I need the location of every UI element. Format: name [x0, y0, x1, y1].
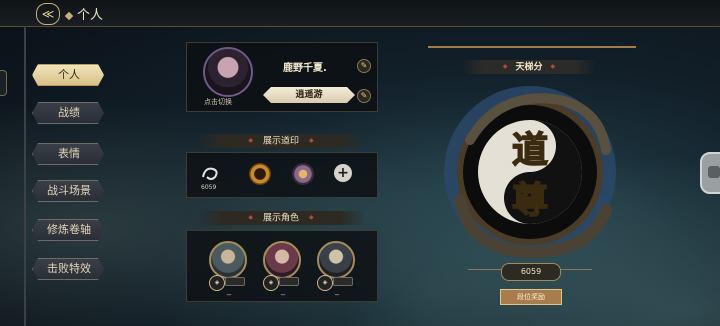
- profile-card: 点击切换 鹿野千夏. ✎ 逍遥游 ✎: [186, 42, 378, 112]
- ladder-score: 6059: [501, 263, 561, 281]
- role-badge-1: ◈: [209, 275, 225, 291]
- player-name: 鹿野千夏.: [283, 63, 327, 74]
- back-arrow-icon[interactable]: ≪: [36, 3, 60, 25]
- emblem-char-top: 道: [512, 129, 548, 171]
- sidebar-item-scroll[interactable]: 修炼卷轴: [32, 219, 104, 241]
- gold-ring-seal-icon[interactable]: [249, 163, 271, 185]
- right-edge-handle[interactable]: [700, 152, 720, 194]
- rank-emblem-dragon-icon: 道 尊: [444, 86, 616, 259]
- sidebar-divider: [24, 26, 26, 326]
- rank-title: 天梯分: [462, 60, 596, 74]
- add-seal-plus-icon[interactable]: +: [334, 164, 352, 182]
- rank-divider: [428, 46, 636, 48]
- emblem-char-bottom: 尊: [512, 179, 548, 221]
- seal-value: 6059: [201, 184, 217, 191]
- role-portrait-3[interactable]: [317, 241, 355, 279]
- sidebar-item-battle-scene[interactable]: 战斗场景: [32, 180, 104, 202]
- role-portrait-2[interactable]: [263, 241, 301, 279]
- role-badge-3: ◈: [317, 275, 333, 291]
- left-edge-handle[interactable]: [0, 70, 7, 96]
- edit-title-pencil-icon[interactable]: ✎: [357, 89, 371, 103]
- avatar-switch-hint: 点击切换: [204, 98, 232, 106]
- sidebar-item-emote[interactable]: 表情: [32, 143, 104, 165]
- role-level-bar-2: [279, 277, 299, 286]
- remove-role-1-icon[interactable]: −: [225, 292, 233, 299]
- role-level-bar-3: [333, 277, 353, 286]
- avatar[interactable]: [203, 47, 253, 97]
- title-badge: 逍遥游: [263, 87, 355, 103]
- ornate-seal-icon[interactable]: [292, 163, 314, 185]
- rank-reward-button[interactable]: 段位奖励: [500, 289, 562, 305]
- roles-panel: ◈ − ◈ − ◈ −: [186, 230, 378, 302]
- role-portrait-1[interactable]: [209, 241, 247, 279]
- edit-name-pencil-icon[interactable]: ✎: [357, 59, 371, 73]
- sidebar-item-profile[interactable]: 个人: [32, 64, 104, 86]
- sidebar-item-defeat-effect[interactable]: 击败特效: [32, 258, 104, 280]
- roles-section-title: 展示角色: [196, 211, 366, 225]
- remove-role-3-icon[interactable]: −: [333, 292, 341, 299]
- page-title: 个人: [66, 4, 103, 23]
- role-level-bar-1: [225, 277, 245, 286]
- seals-section-title: 展示道印: [196, 134, 366, 148]
- seals-panel: 6059 +: [186, 152, 378, 198]
- remove-role-2-icon[interactable]: −: [279, 292, 287, 299]
- dragon-seal-icon[interactable]: [199, 163, 221, 185]
- top-bar: ≪ 个人: [0, 0, 720, 27]
- sidebar-item-record[interactable]: 战绩: [32, 102, 104, 124]
- role-badge-2: ◈: [263, 275, 279, 291]
